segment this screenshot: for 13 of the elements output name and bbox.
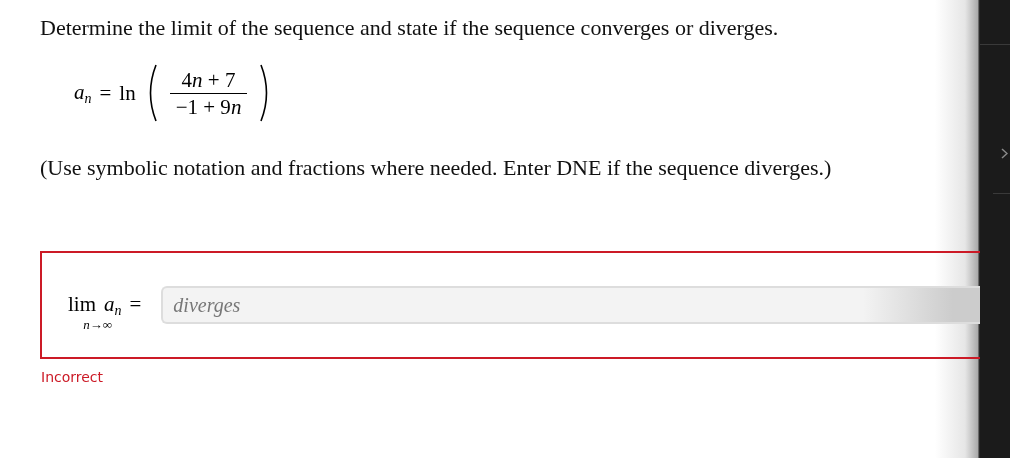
question-prompt: Determine the limit of the sequence and state if the sequence converges or diverges. [40,15,780,41]
denominator: −1 + 9n [169,92,248,120]
limit-subscript: n→∞ [83,316,113,333]
limit-label: lim [68,291,96,317]
equals-sign: = [99,80,112,106]
instructions-text: (Use symbolic notation and fractions where needed. Enter DNE if the sequence diverges.) [40,155,833,181]
feedback-text: Incorrect [41,369,104,385]
numerator: 4n + 7 [180,66,237,93]
function-name: ln [119,80,136,106]
equals-sign: = [129,291,142,317]
sequence-term: a$_{n}$ [104,291,122,319]
chevron-right-icon[interactable] [1001,148,1008,159]
sequence-term: a$_{n}$ [74,79,92,107]
